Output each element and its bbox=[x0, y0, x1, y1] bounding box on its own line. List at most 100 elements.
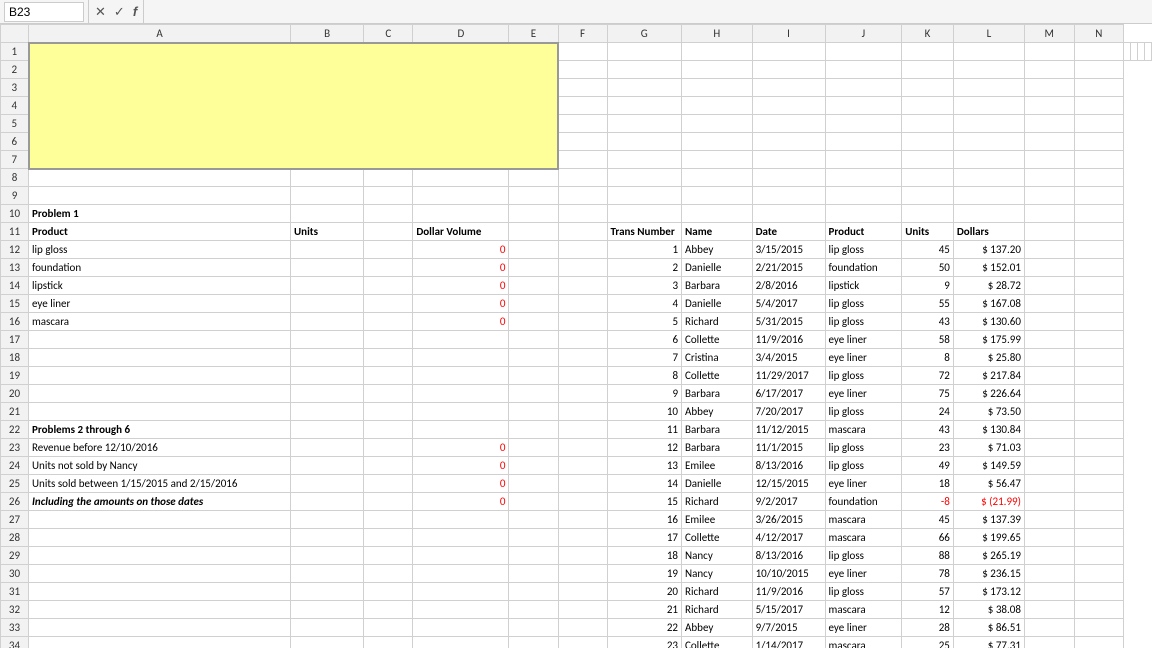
cell-J18[interactable]: eye liner bbox=[825, 349, 902, 367]
cell-H14[interactable]: Barbara bbox=[682, 277, 753, 295]
cell-K31[interactable]: 57 bbox=[902, 583, 954, 601]
cell-L34[interactable]: $ 77.31 bbox=[953, 637, 1024, 648]
cell-J10[interactable] bbox=[825, 205, 902, 223]
cell-F17[interactable] bbox=[558, 331, 607, 349]
cell-M32[interactable] bbox=[1024, 601, 1074, 619]
cell-M28[interactable] bbox=[1024, 529, 1074, 547]
cell-D23[interactable]: 0 bbox=[413, 439, 509, 457]
cell-J8[interactable] bbox=[825, 169, 902, 187]
cell-I4[interactable] bbox=[752, 97, 825, 115]
cell-H23[interactable]: Barbara bbox=[682, 439, 753, 457]
cell-G25[interactable]: 14 bbox=[607, 475, 681, 493]
cell-A14[interactable]: lipstick bbox=[29, 277, 291, 295]
cell-G3[interactable] bbox=[607, 79, 681, 97]
cell-I23[interactable]: 11/1/2015 bbox=[752, 439, 825, 457]
row-header-18[interactable]: 18 bbox=[1, 349, 29, 367]
cell-I33[interactable]: 9/7/2015 bbox=[752, 619, 825, 637]
cell-B26[interactable] bbox=[291, 493, 364, 511]
cell-J13[interactable]: foundation bbox=[825, 259, 902, 277]
cell-B10[interactable] bbox=[291, 205, 364, 223]
cell-I5[interactable] bbox=[752, 115, 825, 133]
cell-J20[interactable]: eye liner bbox=[825, 385, 902, 403]
cell-F10[interactable] bbox=[558, 205, 607, 223]
cell-G21[interactable]: 10 bbox=[607, 403, 681, 421]
cell-L24[interactable]: $ 149.59 bbox=[953, 457, 1024, 475]
cell-I6[interactable] bbox=[752, 133, 825, 151]
cell-D17[interactable] bbox=[413, 331, 509, 349]
cell-I22[interactable]: 11/12/2015 bbox=[752, 421, 825, 439]
cell-J7[interactable] bbox=[825, 151, 902, 169]
cell-D14[interactable]: 0 bbox=[413, 277, 509, 295]
cell-B13[interactable] bbox=[291, 259, 364, 277]
function-icon[interactable]: f bbox=[131, 4, 139, 19]
cell-K14[interactable]: 9 bbox=[902, 277, 954, 295]
cell-H18[interactable]: Cristina bbox=[682, 349, 753, 367]
cell-E24[interactable] bbox=[509, 457, 558, 475]
cell-A15[interactable]: eye liner bbox=[29, 295, 291, 313]
cell-N3[interactable] bbox=[1074, 79, 1123, 97]
cell-D21[interactable] bbox=[413, 403, 509, 421]
cell-I21[interactable]: 7/20/2017 bbox=[752, 403, 825, 421]
cell-F34[interactable] bbox=[558, 637, 607, 648]
cell-L11[interactable]: Dollars bbox=[953, 223, 1024, 241]
cell-H8[interactable] bbox=[682, 169, 753, 187]
cell-C24[interactable] bbox=[364, 457, 413, 475]
col-header-L[interactable]: L bbox=[953, 25, 1024, 43]
cell-N10[interactable] bbox=[1074, 205, 1123, 223]
cell-H1[interactable] bbox=[953, 43, 1024, 61]
cell-L2[interactable] bbox=[953, 61, 1024, 79]
cell-K3[interactable] bbox=[902, 79, 954, 97]
row-header-22[interactable]: 22 bbox=[1, 421, 29, 439]
cell-K13[interactable]: 50 bbox=[902, 259, 954, 277]
cell-N5[interactable] bbox=[1074, 115, 1123, 133]
cell-F14[interactable] bbox=[558, 277, 607, 295]
cell-K30[interactable]: 78 bbox=[902, 565, 954, 583]
cell-M34[interactable] bbox=[1024, 637, 1074, 648]
cell-N31[interactable] bbox=[1074, 583, 1123, 601]
cell-H28[interactable]: Collette bbox=[682, 529, 753, 547]
cell-C27[interactable] bbox=[364, 511, 413, 529]
cell-L23[interactable]: $ 71.03 bbox=[953, 439, 1024, 457]
cell-C21[interactable] bbox=[364, 403, 413, 421]
cell-A31[interactable] bbox=[29, 583, 291, 601]
cell-C29[interactable] bbox=[364, 547, 413, 565]
cell-F12[interactable] bbox=[558, 241, 607, 259]
cell-L13[interactable]: $ 152.01 bbox=[953, 259, 1024, 277]
cell-G9[interactable] bbox=[607, 187, 681, 205]
cell-B31[interactable] bbox=[291, 583, 364, 601]
cell-E12[interactable] bbox=[509, 241, 558, 259]
cell-F3[interactable] bbox=[558, 79, 607, 97]
cell-J15[interactable]: lip gloss bbox=[825, 295, 902, 313]
cell-C25[interactable] bbox=[364, 475, 413, 493]
cell-G14[interactable]: 3 bbox=[607, 277, 681, 295]
cell-B14[interactable] bbox=[291, 277, 364, 295]
cell-L20[interactable]: $ 226.64 bbox=[953, 385, 1024, 403]
cell-J30[interactable]: eye liner bbox=[825, 565, 902, 583]
cell-G11[interactable]: Trans Number bbox=[607, 223, 681, 241]
cell-D1[interactable] bbox=[682, 43, 753, 61]
cell-B29[interactable] bbox=[291, 547, 364, 565]
cell-F5[interactable] bbox=[558, 115, 607, 133]
cell-H19[interactable]: Collette bbox=[682, 367, 753, 385]
cell-M15[interactable] bbox=[1024, 295, 1074, 313]
cell-D20[interactable] bbox=[413, 385, 509, 403]
cell-E25[interactable] bbox=[509, 475, 558, 493]
cell-J24[interactable]: lip gloss bbox=[825, 457, 902, 475]
cell-N26[interactable] bbox=[1074, 493, 1123, 511]
cell-F23[interactable] bbox=[558, 439, 607, 457]
row-header-3[interactable]: 3 bbox=[1, 79, 29, 97]
cell-G34[interactable]: 23 bbox=[607, 637, 681, 648]
cell-J29[interactable]: lip gloss bbox=[825, 547, 902, 565]
row-header-21[interactable]: 21 bbox=[1, 403, 29, 421]
cell-L5[interactable] bbox=[953, 115, 1024, 133]
cell-D16[interactable]: 0 bbox=[413, 313, 509, 331]
cell-H20[interactable]: Barbara bbox=[682, 385, 753, 403]
cell-K7[interactable] bbox=[902, 151, 954, 169]
cell-L30[interactable]: $ 236.15 bbox=[953, 565, 1024, 583]
cell-M25[interactable] bbox=[1024, 475, 1074, 493]
cell-J28[interactable]: mascara bbox=[825, 529, 902, 547]
cell-E13[interactable] bbox=[509, 259, 558, 277]
cell-F29[interactable] bbox=[558, 547, 607, 565]
cell-L16[interactable]: $ 130.60 bbox=[953, 313, 1024, 331]
cell-N1[interactable] bbox=[1145, 43, 1152, 61]
